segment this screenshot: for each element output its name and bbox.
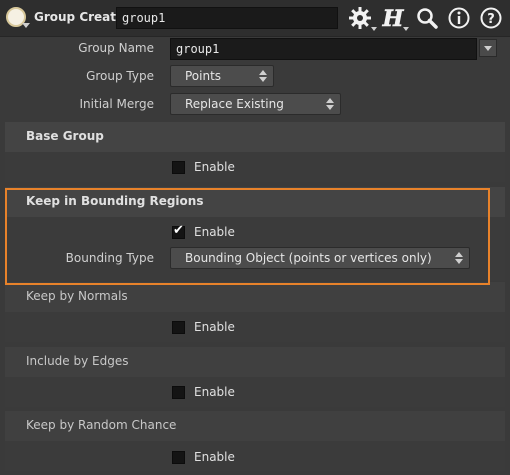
random-enable-checkbox[interactable] — [172, 451, 185, 464]
folder-keep-by-normals[interactable]: Keep by Normals — [5, 282, 505, 312]
svg-text:?: ? — [487, 12, 495, 27]
help-menu-arrow-icon[interactable] — [403, 27, 409, 31]
bounding-type-value: Bounding Object (points or vertices only… — [185, 251, 432, 265]
initial-merge-label: Initial Merge — [79, 97, 154, 111]
parameter-pane-header: Group Create group1 H ? — [0, 0, 510, 37]
base-group-enable-checkbox[interactable] — [172, 161, 185, 174]
gear-menu-arrow-icon[interactable] — [371, 27, 377, 31]
group-type-menu[interactable]: Points — [170, 65, 274, 87]
folder-random-body — [5, 441, 505, 471]
question-icon[interactable]: ? — [478, 5, 504, 31]
group-name-label: Group Name — [78, 41, 154, 55]
group-type-value: Points — [185, 69, 222, 83]
node-type-label: Group Create — [34, 10, 125, 24]
folder-normals-body — [5, 312, 505, 342]
folder-include-by-edges[interactable]: Include by Edges — [5, 347, 505, 377]
edges-enable-checkbox[interactable] — [172, 386, 185, 399]
initial-merge-value: Replace Existing — [185, 97, 284, 111]
node-name-field[interactable]: group1 — [116, 7, 338, 29]
initial-merge-menu[interactable]: Replace Existing — [170, 93, 341, 115]
random-enable-label: Enable — [194, 450, 235, 464]
edges-enable-label: Enable — [194, 385, 235, 399]
bounding-enable-checkbox[interactable] — [172, 223, 185, 239]
gear-icon[interactable] — [347, 5, 373, 31]
info-icon[interactable] — [446, 5, 472, 31]
folder-keep-in-bounding-regions[interactable]: Keep in Bounding Regions — [5, 187, 505, 217]
bounding-type-menu[interactable]: Bounding Object (points or vertices only… — [170, 247, 470, 269]
base-group-enable-label: Enable — [194, 160, 235, 174]
svg-text:H: H — [382, 6, 405, 31]
bounding-type-label: Bounding Type — [65, 251, 154, 265]
bounding-enable-label: Enable — [194, 225, 235, 239]
normals-enable-checkbox[interactable] — [172, 321, 185, 334]
node-menu-arrow-icon[interactable] — [22, 23, 30, 28]
folder-keep-by-random-chance[interactable]: Keep by Random Chance — [5, 411, 505, 441]
group-name-menu-button[interactable] — [479, 39, 497, 57]
menu-arrows-icon — [259, 69, 267, 83]
folder-base-group[interactable]: Base Group — [5, 122, 505, 152]
menu-arrows-icon — [455, 251, 463, 265]
normals-enable-label: Enable — [194, 320, 235, 334]
menu-arrows-icon — [326, 97, 334, 111]
group-type-label: Group Type — [86, 69, 154, 83]
group-name-field[interactable]: group1 — [170, 38, 477, 60]
folder-base-group-body — [5, 152, 505, 182]
folder-edges-body — [5, 377, 505, 407]
search-icon[interactable] — [414, 5, 440, 31]
